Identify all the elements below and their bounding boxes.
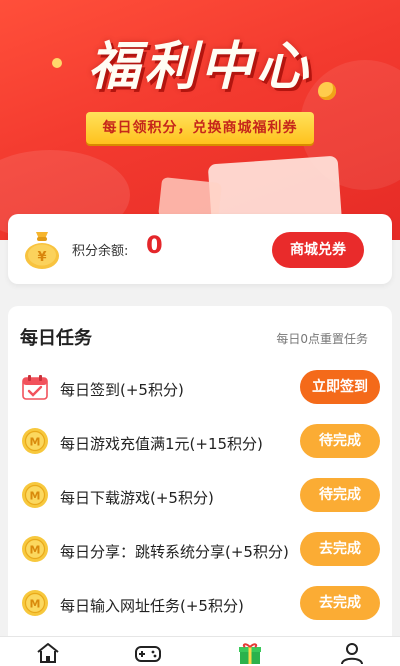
svg-text:¥: ¥ [37, 250, 46, 265]
task-name: 每日游戏充值满1元(+15积分) [60, 435, 263, 453]
svg-text:M: M [30, 598, 41, 611]
svg-text:M: M [30, 436, 41, 449]
task-action-button[interactable]: 去完成 [300, 532, 380, 566]
home-icon[interactable] [34, 641, 62, 665]
hero-subtitle-ribbon: 每日领积分，兑换商城福利券 [74, 112, 326, 144]
coin-icon: M [22, 428, 48, 454]
money-bag-icon: ¥ [25, 232, 59, 269]
coin-icon: M [22, 482, 48, 508]
task-action-button[interactable]: 待完成 [300, 424, 380, 458]
task-action-button[interactable]: 去完成 [300, 586, 380, 620]
svg-text:M: M [30, 490, 41, 503]
section-title: 每日任务 [20, 328, 92, 349]
gamepad-icon[interactable] [134, 641, 162, 665]
bottom-navigation [0, 636, 400, 666]
user-icon[interactable] [338, 641, 366, 665]
daily-tasks-card: 每日任务 每日0点重置任务 每日签到(+5积分) 立即签到 M 每日游戏充值满1… [8, 306, 392, 646]
coin-icon: M [22, 590, 48, 616]
task-item: M 每日下载游戏(+5积分) 待完成 [20, 476, 380, 516]
hero-banner: 福利中心 每日领积分，兑换商城福利券 [0, 0, 400, 240]
task-name: 每日分享：跳转系统分享(+5积分) [60, 543, 288, 561]
task-name: 每日签到(+5积分) [60, 381, 184, 399]
task-item: 每日签到(+5积分) 立即签到 [20, 368, 380, 408]
sign-in-button[interactable]: 立即签到 [300, 370, 380, 404]
points-label: 积分余额: [72, 244, 129, 259]
gift-icon[interactable] [236, 641, 264, 665]
coin-icon: M [22, 536, 48, 562]
page-title: 福利中心 [87, 36, 312, 97]
task-name: 每日输入网址任务(+5积分) [60, 597, 244, 615]
svg-text:M: M [30, 544, 41, 557]
task-item: M 每日游戏充值满1元(+15积分) 待完成 [20, 422, 380, 462]
points-balance-card: ¥ 积分余额: 0 商城兑券 [8, 214, 392, 284]
task-item: M 每日输入网址任务(+5积分) 去完成 [20, 584, 380, 624]
shop-exchange-button[interactable]: 商城兑券 [272, 232, 364, 268]
points-value: 0 [146, 231, 163, 259]
task-item: M 每日分享：跳转系统分享(+5积分) 去完成 [20, 530, 380, 570]
calendar-icon [22, 375, 48, 400]
task-name: 每日下载游戏(+5积分) [60, 489, 214, 507]
reset-note: 每日0点重置任务 [276, 332, 368, 346]
task-action-button[interactable]: 待完成 [300, 478, 380, 512]
